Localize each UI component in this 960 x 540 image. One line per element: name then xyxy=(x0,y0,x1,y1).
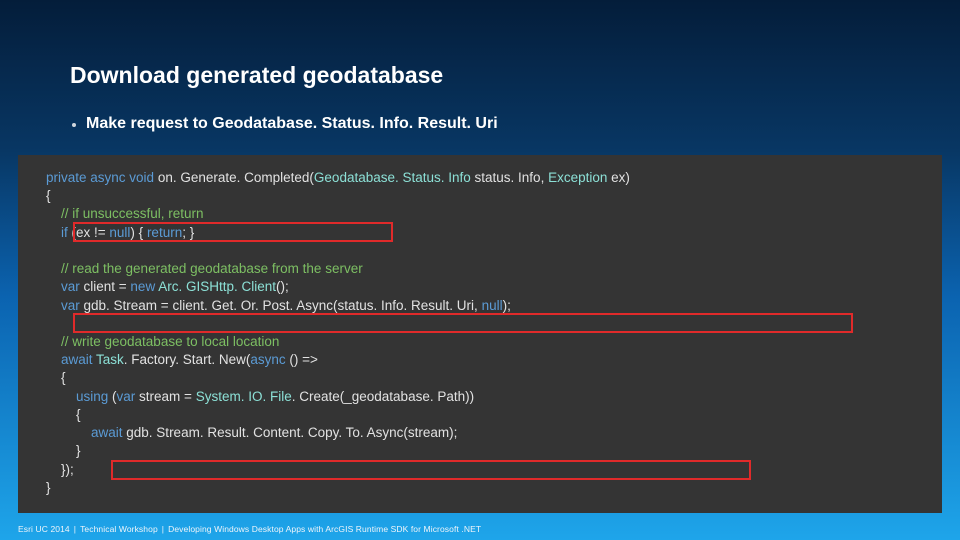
txt: { xyxy=(46,370,66,385)
kw: null xyxy=(482,298,503,313)
bullet-text: Make request to Geodatabase. Status. Inf… xyxy=(86,115,498,133)
code-line: private async void on. Generate. Complet… xyxy=(46,169,914,187)
txt: }); xyxy=(46,462,74,477)
footer: Esri UC 2014|Technical Workshop|Developi… xyxy=(18,524,481,534)
type: Geodatabase. Status. Info xyxy=(314,170,471,185)
txt: (ex != xyxy=(68,225,110,240)
kw: if xyxy=(46,225,68,240)
code-line: await Task. Factory. Start. New(async ()… xyxy=(46,351,914,369)
txt: status. Info, xyxy=(471,170,548,185)
txt: ex) xyxy=(607,170,630,185)
comment: // write geodatabase to local location xyxy=(46,334,279,349)
txt: client = xyxy=(80,279,131,294)
footer-a: Esri UC 2014 xyxy=(18,524,70,534)
code-line: await gdb. Stream. Result. Content. Copy… xyxy=(46,424,914,442)
kw: var xyxy=(46,298,80,313)
kw: async void xyxy=(87,170,155,185)
kw: var xyxy=(117,389,136,404)
kw: null xyxy=(109,225,130,240)
txt: } xyxy=(46,443,81,458)
kw: new xyxy=(130,279,155,294)
code-line: } xyxy=(46,479,914,497)
footer-c: Developing Windows Desktop Apps with Arc… xyxy=(168,524,481,534)
kw: var xyxy=(46,279,80,294)
code-line: var client = new Arc. GISHttp. Client(); xyxy=(46,278,914,296)
type: Task xyxy=(93,352,124,367)
txt: () => xyxy=(286,352,318,367)
type: System. IO. File xyxy=(196,389,292,404)
code-line: { xyxy=(46,187,914,205)
txt: } xyxy=(46,480,51,495)
txt: gdb. Stream = client. Get. Or. Post. Asy… xyxy=(80,298,482,313)
comment: // if unsuccessful, return xyxy=(46,206,204,221)
type: Arc. GISHttp. Client xyxy=(155,279,276,294)
txt: stream = xyxy=(135,389,195,404)
kw: await xyxy=(46,425,123,440)
code-line: { xyxy=(46,369,914,387)
type: Exception xyxy=(548,170,607,185)
txt xyxy=(46,316,50,331)
kw: using xyxy=(46,389,108,404)
comment: // read the generated geodatabase from t… xyxy=(46,261,363,276)
bullet-dot-icon xyxy=(72,123,76,127)
txt: ( xyxy=(108,389,116,404)
code-line: // write geodatabase to local location xyxy=(46,333,914,351)
code-line: { xyxy=(46,406,914,424)
txt: { xyxy=(46,188,51,203)
bullet-row: Make request to Geodatabase. Status. Inf… xyxy=(72,115,498,133)
code-line: // read the generated geodatabase from t… xyxy=(46,260,914,278)
txt: on. Generate. Completed( xyxy=(154,170,314,185)
txt: ); xyxy=(503,298,511,313)
slide: Download generated geodatabase Make requ… xyxy=(0,0,960,540)
kw: await xyxy=(46,352,93,367)
slide-title: Download generated geodatabase xyxy=(70,62,443,89)
kw: private xyxy=(46,170,87,185)
code-line: // if unsuccessful, return xyxy=(46,205,914,223)
code-line xyxy=(46,242,914,260)
code-line: using (var stream = System. IO. File. Cr… xyxy=(46,388,914,406)
footer-b: Technical Workshop xyxy=(80,524,158,534)
code-line: if (ex != null) { return; } xyxy=(46,224,914,242)
code-line: var gdb. Stream = client. Get. Or. Post.… xyxy=(46,297,914,315)
txt: gdb. Stream. Result. Content. Copy. To. … xyxy=(123,425,458,440)
txt: (); xyxy=(276,279,289,294)
code-line: } xyxy=(46,442,914,460)
code-block: private async void on. Generate. Complet… xyxy=(18,155,942,513)
txt xyxy=(46,243,50,258)
code-line: }); xyxy=(46,461,914,479)
code-line xyxy=(46,315,914,333)
kw: async xyxy=(250,352,285,367)
txt: . Factory. Start. New( xyxy=(124,352,251,367)
txt: ) { xyxy=(130,225,147,240)
txt: . Create(_geodatabase. Path)) xyxy=(292,389,474,404)
txt: { xyxy=(46,407,81,422)
txt: ; } xyxy=(182,225,194,240)
kw: return xyxy=(147,225,182,240)
